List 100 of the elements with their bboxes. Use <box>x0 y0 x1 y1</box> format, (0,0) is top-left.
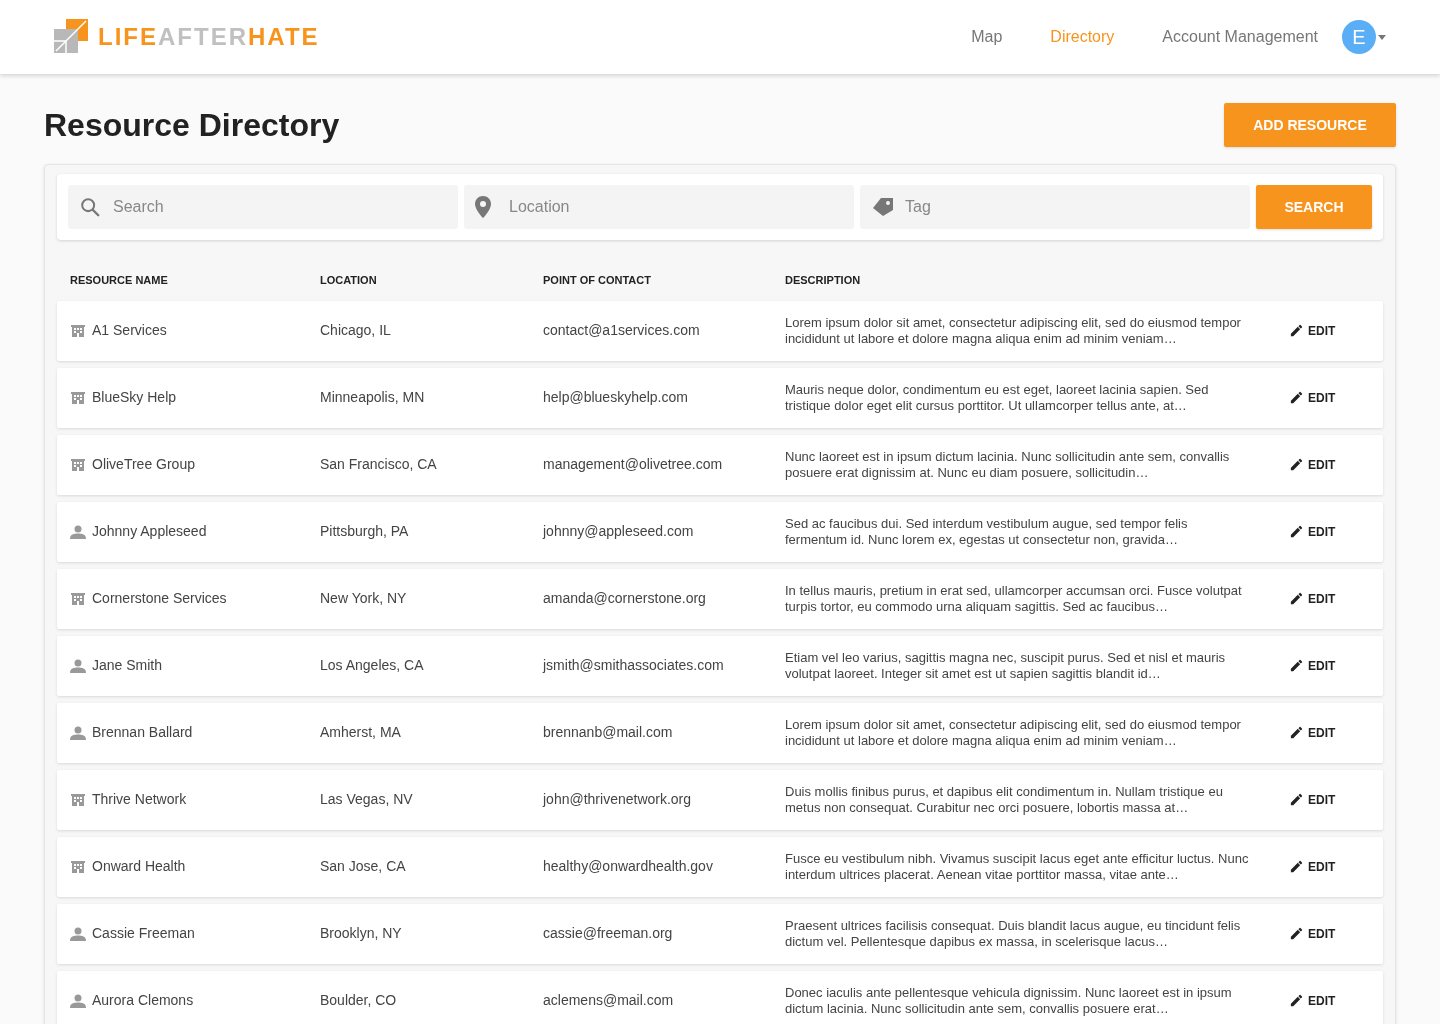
person-icon <box>70 725 86 740</box>
description-text: Fusce eu vestibulum nibh. Vivamus suscipit lacus eget ante efficitur luctus. Nunc interdum ultrices placerat. Aenean vitae porttitor massa, vitae ante… <box>785 850 1250 883</box>
pencil-icon <box>1289 926 1304 941</box>
resource-row[interactable] <box>57 434 1383 495</box>
location-text: Minneapolis, MN <box>320 389 425 405</box>
pencil-icon <box>1289 457 1304 472</box>
nav-link[interactable]: Account Management <box>1162 25 1318 49</box>
location-text: Pittsburgh, PA <box>320 523 409 539</box>
resource-name: Brennan Ballard <box>92 723 193 742</box>
person-icon <box>70 926 86 941</box>
resource-row[interactable] <box>57 769 1383 830</box>
map-pin-icon <box>475 196 491 218</box>
building-icon <box>71 457 85 472</box>
building-icon <box>71 859 85 874</box>
resource-name: Aurora Clemons <box>92 991 194 1010</box>
pencil-icon <box>1289 390 1304 405</box>
description-text: Lorem ipsum dolor sit amet, consectetur adipiscing elit, sed do eiusmod tempor incididunt ut labore et dolore magna aliqua enim ad minim veniam… <box>785 716 1242 749</box>
description-text: Mauris neque dolor, condimentum eu est eget, laoreet lacinia sapien. Sed tristique dolor eget elit cursus porttitor. Ut ullamcorper tellus ante, at… <box>785 381 1210 414</box>
column-header: RESOURCE NAME <box>70 273 168 288</box>
logo-text: LIFEAFTERHATE <box>98 22 320 52</box>
location-text: New York, NY <box>320 590 407 606</box>
logo-icon <box>54 19 90 55</box>
contact-email: cassie@freeman.org <box>543 925 673 941</box>
location-text: Las Vegas, NV <box>320 791 413 807</box>
resource-name: Onward Health <box>92 857 186 876</box>
contact-email: brennanb@mail.com <box>543 724 673 740</box>
column-header: POINT OF CONTACT <box>543 273 651 288</box>
resource-name: Cassie Freeman <box>92 924 195 943</box>
resource-row[interactable]: Aurora Clemons Boulder, CO aclemens@mail.com Donec iaculis ante pellentesque vehicula dignissim. Nunc laoreet est in ipsum dictum lacinia. Nunc sollicitudin ante sem, convallis posuere erat… EDIT <box>57 970 1383 1024</box>
description-text: Sed ac faucibus dui. Sed interdum vestibulum augue, sed tempor felis fermentum id. Nunc lorem ex, egestas ut consectetur non, gravida… <box>785 515 1189 548</box>
person-icon <box>70 658 86 673</box>
resource-row[interactable] <box>57 836 1383 897</box>
edit-button[interactable]: EDIT <box>1289 522 1336 541</box>
resource-row[interactable]: A1 Services Chicago, IL contact@a1services.com Lorem ipsum dolor sit amet, consectetur adipiscing elit, sed do eiusmod tempor incididunt ut labore et dolore magna aliqua enim ad minim veniam… EDIT <box>57 300 1383 361</box>
description-text: Donec iaculis ante pellentesque vehicula dignissim. Nunc laoreet est in ipsum dictum lacinia. Nunc sollicitudin ante sem, convallis posuere erat… <box>785 984 1233 1017</box>
person-icon <box>70 524 86 539</box>
location-text: San Francisco, CA <box>320 456 437 472</box>
resource-row[interactable]: Johnny Appleseed Pittsburgh, PA johnny@appleseed.com Sed ac faucibus dui. Sed interdum vestibulum augue, sed tempor felis fermentum id. Nunc lorem ex, egestas ut consectetur non, gravida… EDIT <box>57 501 1383 562</box>
nav-link[interactable]: Map <box>971 25 1003 49</box>
pencil-icon <box>1289 323 1304 338</box>
resource-row[interactable]: Cassie Freeman Brooklyn, NY cassie@freeman.org Praesent ultrices facilisis consequat. Duis blandit lacus augue, eu tincidunt felis dictum vel. Pellentesque dapibus ex massa, in scelerisque lacus… EDIT <box>57 903 1383 964</box>
resource-name: Johnny Appleseed <box>92 522 207 541</box>
building-icon <box>71 323 85 338</box>
resource-row[interactable] <box>57 367 1383 428</box>
caret-icon[interactable] <box>1378 34 1386 40</box>
pencil-icon <box>1289 591 1304 606</box>
resource-name: A1 Services <box>92 321 167 340</box>
edit-button[interactable]: EDIT <box>1289 723 1336 742</box>
search-field[interactable]: Search <box>68 185 458 229</box>
contact-email: contact@a1services.com <box>543 322 700 338</box>
contact-email: john@thrivenetwork.org <box>543 791 692 807</box>
contact-email: healthy@onwardhealth.gov <box>543 858 713 874</box>
search-icon <box>79 196 101 218</box>
pencil-icon <box>1289 792 1304 807</box>
location-text: Brooklyn, NY <box>320 925 402 941</box>
location-field[interactable]: Location <box>464 185 854 229</box>
description-text: Nunc laoreet est in ipsum dictum lacinia. Nunc sollicitudin ante sem, convallis posuere erat dignissim at. Nunc eu diam posuere, sollicitudin… <box>785 448 1231 481</box>
location-text: San Jose, CA <box>320 858 406 874</box>
location-text: Boulder, CO <box>320 992 397 1008</box>
pencil-icon <box>1289 993 1304 1008</box>
column-header: DESCRIPTION <box>785 273 861 288</box>
pencil-icon <box>1289 725 1304 740</box>
pencil-icon <box>1289 524 1304 539</box>
edit-button[interactable]: EDIT <box>1289 924 1336 943</box>
contact-email: management@olivetree.com <box>543 456 723 472</box>
pencil-icon <box>1289 658 1304 673</box>
location-text: Amherst, MA <box>320 724 401 740</box>
location-text: Los Angeles, CA <box>320 657 424 673</box>
resource-row[interactable] <box>57 568 1383 629</box>
building-icon <box>71 390 85 405</box>
edit-button[interactable]: EDIT <box>1289 388 1336 407</box>
location-text: Chicago, IL <box>320 322 391 338</box>
resource-name: BlueSky Help <box>92 388 177 407</box>
contact-email: jsmith@smithassociates.com <box>543 657 724 673</box>
edit-button[interactable]: EDIT <box>1289 790 1336 809</box>
edit-button[interactable]: EDIT <box>1289 589 1336 608</box>
description-text: Lorem ipsum dolor sit amet, consectetur adipiscing elit, sed do eiusmod tempor incididunt ut labore et dolore magna aliqua enim ad minim veniam… <box>785 314 1242 347</box>
contact-email: johnny@appleseed.com <box>543 523 694 539</box>
description-text: Praesent ultrices facilisis consequat. Duis blandit lacus augue, eu tincidunt felis dictum vel. Pellentesque dapibus ex massa, in scelerisque lacus… <box>785 917 1242 950</box>
contact-email: aclemens@mail.com <box>543 992 674 1008</box>
tag-field[interactable]: Tag <box>860 185 1250 229</box>
edit-button[interactable]: EDIT <box>1289 857 1336 876</box>
tag-icon <box>871 197 895 217</box>
building-icon <box>71 792 85 807</box>
resource-name: Thrive Network <box>92 790 187 809</box>
edit-button[interactable]: EDIT <box>1289 321 1336 340</box>
page-title: Resource Directory <box>44 106 340 145</box>
resource-row[interactable] <box>57 635 1383 696</box>
resource-name: Cornerstone Services <box>92 589 227 608</box>
resource-row[interactable]: Brennan Ballard Amherst, MA brennanb@mail.com Lorem ipsum dolor sit amet, consectetur adipiscing elit, sed do eiusmod tempor incididunt ut labore et dolore magna aliqua enim ad minim veniam… EDIT <box>57 702 1383 763</box>
building-icon <box>71 591 85 606</box>
edit-button[interactable]: EDIT <box>1289 455 1336 474</box>
contact-email: amanda@cornerstone.org <box>543 590 706 606</box>
edit-button[interactable]: EDIT <box>1289 656 1336 675</box>
resource-name: OliveTree Group <box>92 455 195 474</box>
contact-email: help@blueskyhelp.com <box>543 389 688 405</box>
edit-button[interactable]: EDIT <box>1289 991 1336 1010</box>
pencil-icon <box>1289 859 1304 874</box>
person-icon <box>70 993 86 1008</box>
column-header: LOCATION <box>320 273 377 288</box>
